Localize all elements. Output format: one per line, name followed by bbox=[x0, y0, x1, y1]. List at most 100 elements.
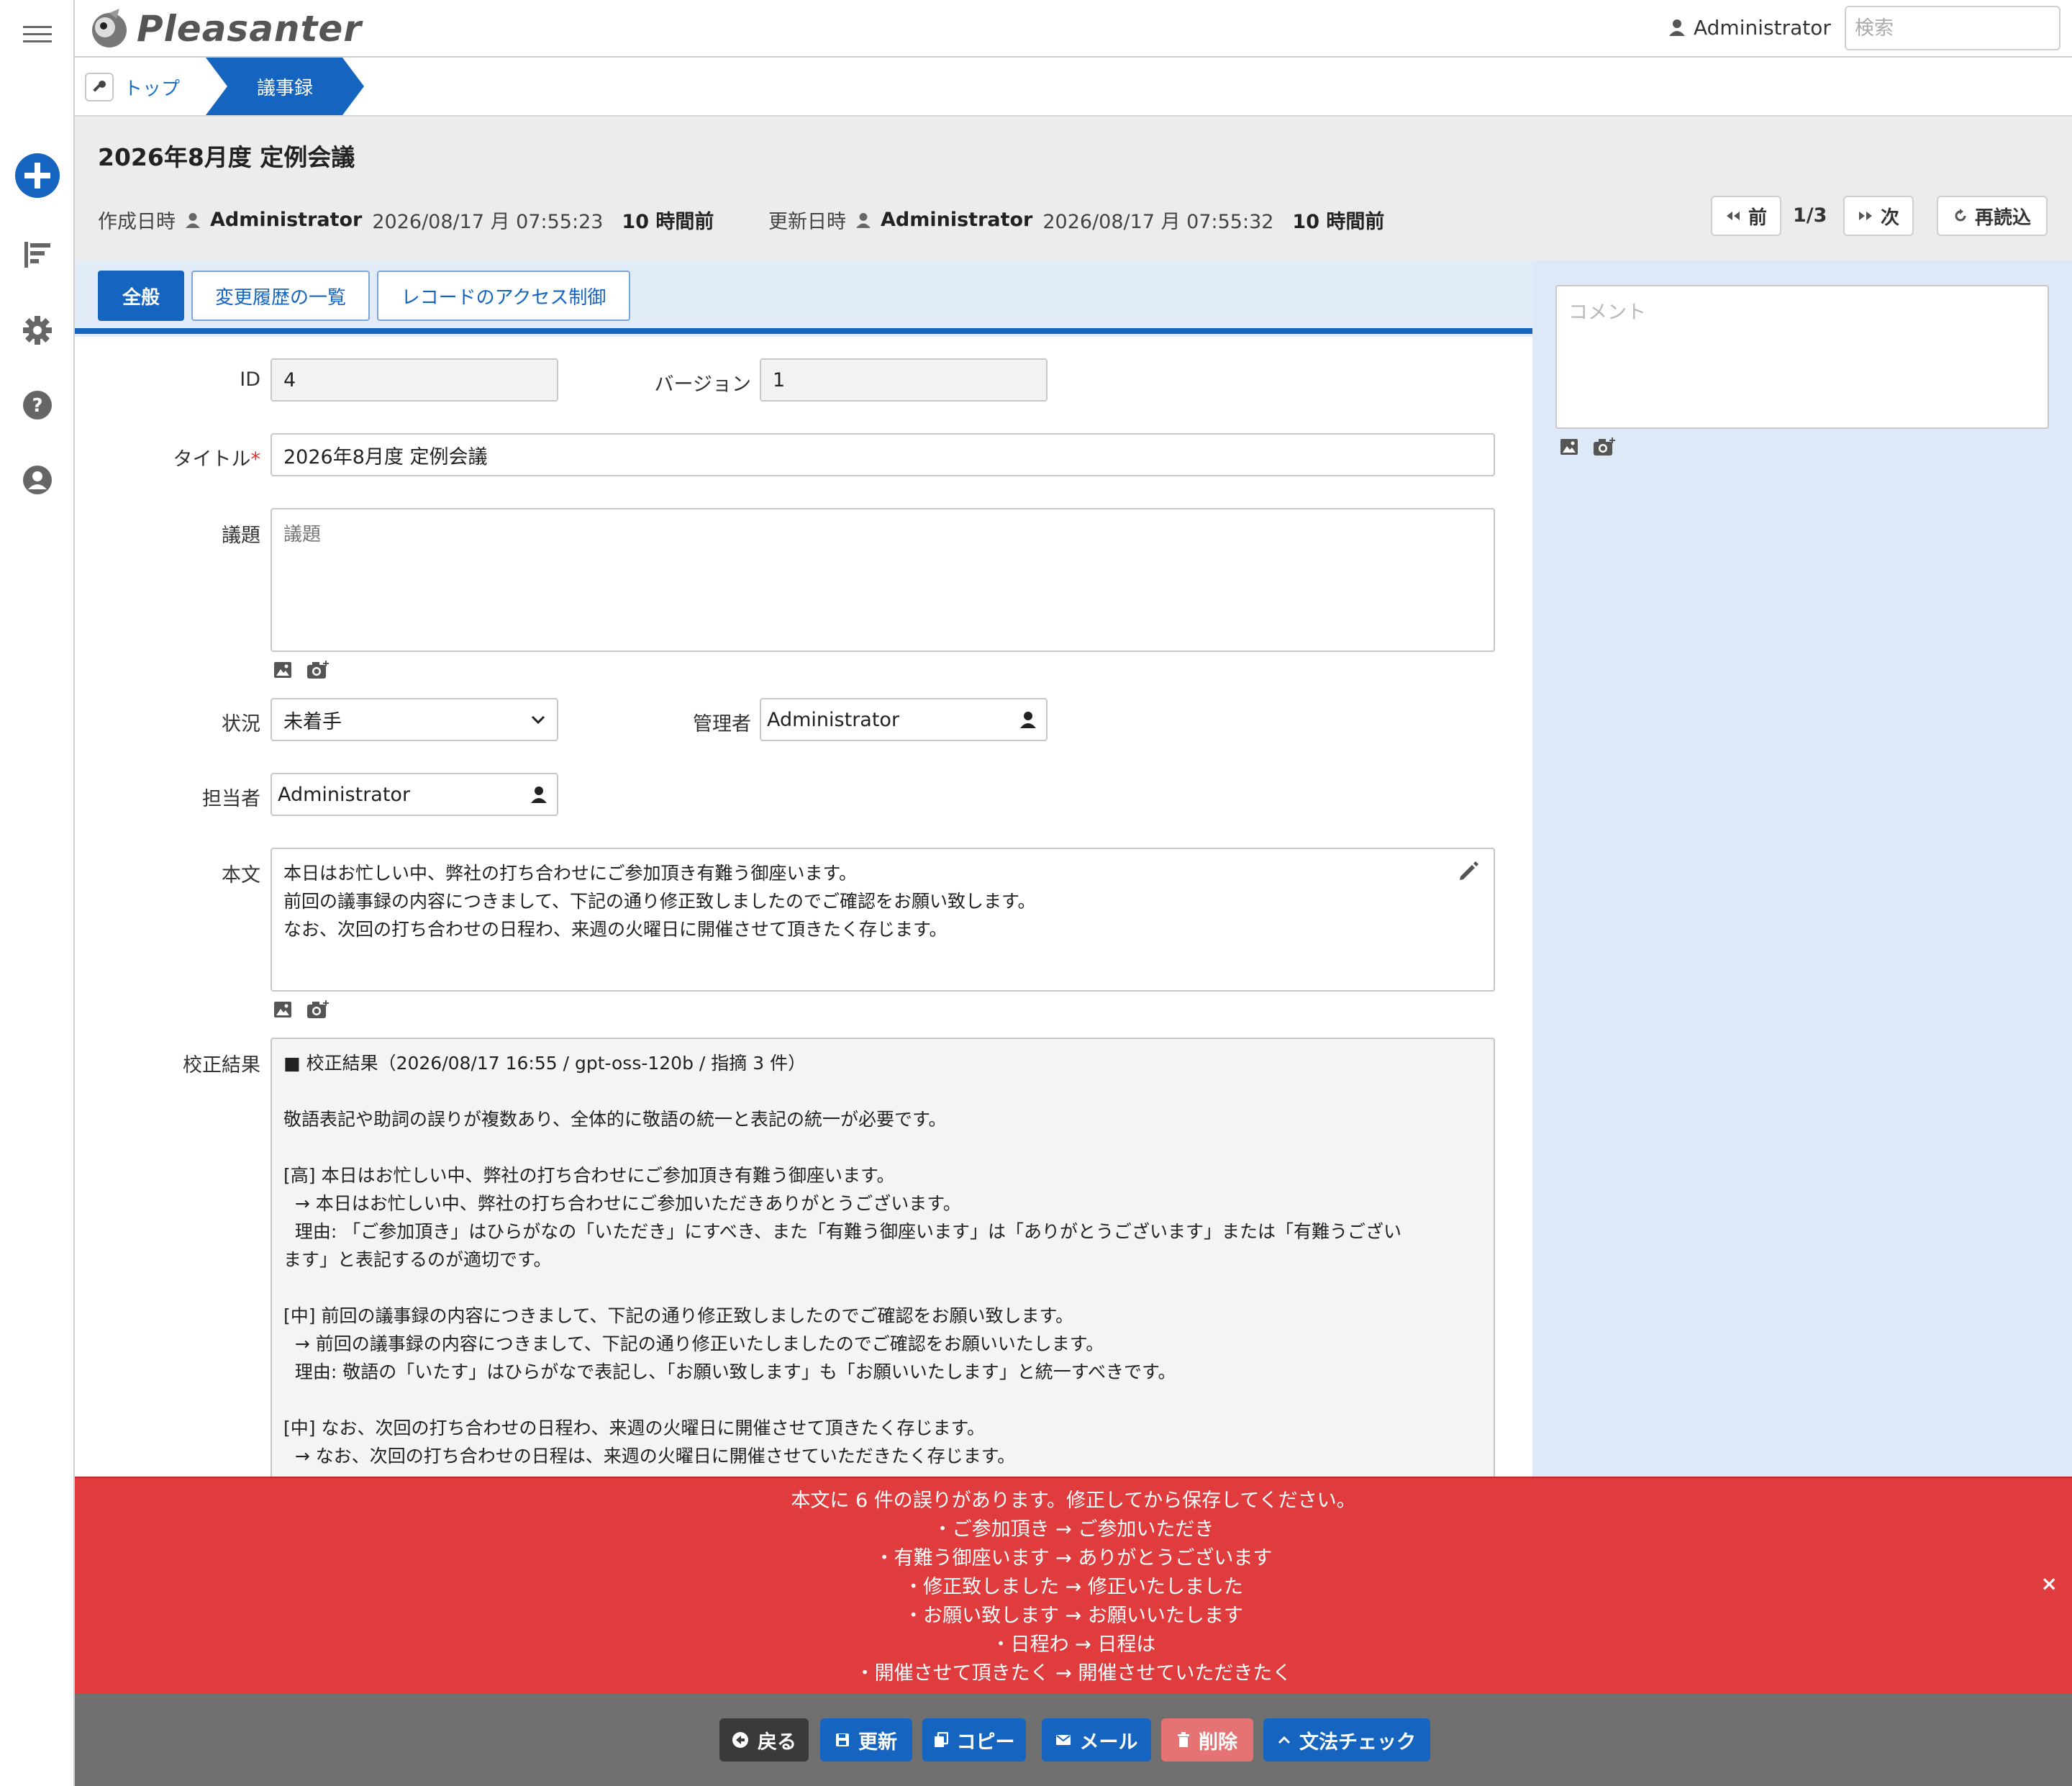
side-rail: ? bbox=[0, 0, 75, 1786]
title-input[interactable]: 2026年8月度 定例会議 bbox=[271, 433, 1495, 476]
header-user[interactable]: Administrator bbox=[1669, 13, 1831, 42]
reload-icon bbox=[1955, 209, 1966, 222]
copy-button[interactable]: コピー bbox=[922, 1718, 1026, 1762]
agenda-input[interactable] bbox=[271, 508, 1495, 652]
app-logo[interactable]: Pleasanter bbox=[88, 4, 362, 53]
svg-text:?: ? bbox=[32, 395, 42, 417]
status-label: 状況 bbox=[222, 713, 260, 735]
breadcrumb-top-label: トップ bbox=[124, 78, 181, 100]
sort-list-icon[interactable] bbox=[0, 240, 75, 269]
updated-info: 更新日時 Administrator 2026/08/17 月 07:55:32… bbox=[768, 206, 1384, 234]
mail-icon bbox=[1055, 1735, 1071, 1745]
comment-input[interactable] bbox=[1555, 285, 2049, 429]
tab-general[interactable]: 全般 bbox=[98, 271, 184, 321]
breadcrumb: トップ 議事録 bbox=[75, 58, 2072, 117]
user-icon[interactable] bbox=[531, 786, 547, 803]
body-attach-tools bbox=[273, 1000, 330, 1019]
logo-mark-icon bbox=[92, 9, 127, 47]
title-label: タイトル* bbox=[173, 448, 261, 471]
key-icon bbox=[85, 73, 114, 101]
alert-line: 本文に 6 件の誤りがあります。修正してから保存してください。 bbox=[791, 1490, 1356, 1512]
record-header: 2026年8月度 定例会議 作成日時 Administrator 2026/08… bbox=[75, 117, 2072, 260]
id-label: ID bbox=[240, 368, 260, 391]
tab-change-history[interactable]: 変更履歴の一覧 bbox=[191, 271, 370, 321]
logo-text: Pleasanter bbox=[137, 8, 363, 50]
edit-pencil-icon[interactable] bbox=[1458, 861, 1479, 882]
manager-value: Administrator bbox=[767, 708, 900, 731]
next-button[interactable]: 次 bbox=[1843, 196, 1914, 236]
tab-access-control[interactable]: レコードのアクセス制御 bbox=[377, 271, 630, 321]
version-field: 1 bbox=[760, 358, 1048, 402]
created-info: 作成日時 Administrator 2026/08/17 月 07:55:23… bbox=[98, 206, 714, 234]
status-select[interactable]: 未着手 bbox=[271, 698, 558, 741]
body-label: 本文 bbox=[222, 864, 260, 887]
help-icon[interactable]: ? bbox=[0, 390, 75, 420]
updated-label: 更新日時 bbox=[768, 211, 846, 233]
reload-button[interactable]: 再読込 bbox=[1937, 196, 2048, 236]
created-ago: 10 時間前 bbox=[622, 211, 714, 233]
alert-line: ・開催させて頂きたく → 開催させていただきたく bbox=[855, 1662, 1292, 1685]
required-mark: * bbox=[250, 448, 261, 471]
user-icon bbox=[186, 212, 200, 228]
created-at: 2026/08/17 月 07:55:23 bbox=[372, 211, 604, 233]
hamburger-menu-icon[interactable] bbox=[0, 24, 75, 45]
back-icon bbox=[732, 1732, 748, 1748]
id-field: 4 bbox=[271, 358, 558, 402]
update-button[interactable]: 更新 bbox=[820, 1718, 912, 1762]
camera-icon[interactable] bbox=[306, 661, 330, 679]
updated-at: 2026/08/17 月 07:55:32 bbox=[1042, 211, 1274, 233]
version-label: バージョン bbox=[654, 373, 751, 396]
agenda-label: 議題 bbox=[222, 525, 260, 547]
user-icon bbox=[1669, 19, 1685, 36]
copy-icon bbox=[934, 1732, 948, 1747]
header-user-name: Administrator bbox=[1694, 15, 1831, 40]
chevron-down-icon bbox=[531, 715, 545, 725]
manager-field[interactable]: Administrator bbox=[760, 698, 1048, 741]
error-alert: 本文に 6 件の誤りがあります。修正してから保存してください。 ・ご参加頂き →… bbox=[75, 1477, 2072, 1694]
breadcrumb-current-label: 議事録 bbox=[256, 77, 313, 99]
next-arrow-icon bbox=[1858, 212, 1872, 220]
grammar-check-button[interactable]: 文法チェック bbox=[1263, 1718, 1430, 1762]
camera-icon[interactable] bbox=[1593, 438, 1616, 456]
alert-line: ・有難う御座います → ありがとうございます bbox=[874, 1547, 1273, 1569]
updated-by[interactable]: Administrator bbox=[881, 209, 1032, 231]
page-title: 2026年8月度 定例会議 bbox=[98, 143, 355, 171]
trash-icon bbox=[1178, 1732, 1189, 1747]
created-by[interactable]: Administrator bbox=[210, 209, 362, 231]
back-button[interactable]: 戻る bbox=[719, 1718, 809, 1762]
comment-attach-tools bbox=[1560, 438, 1616, 456]
tab-bar: 全般 変更履歴の一覧 レコードのアクセス制御 bbox=[75, 260, 1532, 337]
image-icon[interactable] bbox=[273, 1001, 292, 1018]
owner-field[interactable]: Administrator bbox=[271, 773, 558, 816]
prev-button[interactable]: 前 bbox=[1711, 196, 1781, 236]
tab-underline bbox=[75, 328, 1532, 334]
pager-count: 1/3 bbox=[1793, 204, 1827, 227]
alert-line: ・修正致しました → 修正いたしました bbox=[904, 1576, 1243, 1598]
owner-value: Administrator bbox=[278, 783, 411, 806]
alert-line: ・ご参加頂き → ご参加いただき bbox=[932, 1518, 1214, 1541]
account-icon[interactable] bbox=[0, 465, 75, 495]
chevron-up-icon bbox=[1278, 1736, 1291, 1744]
delete-button[interactable]: 削除 bbox=[1161, 1718, 1253, 1762]
user-icon[interactable] bbox=[1020, 711, 1036, 728]
add-record-icon[interactable] bbox=[0, 153, 75, 199]
close-icon[interactable]: × bbox=[2041, 1572, 2058, 1595]
review-label: 校正結果 bbox=[183, 1054, 260, 1076]
alert-line: ・日程わ → 日程は bbox=[991, 1633, 1156, 1656]
alert-line: ・お願い致します → お願いいたします bbox=[904, 1605, 1243, 1627]
mail-button[interactable]: メール bbox=[1042, 1718, 1151, 1762]
body-textarea[interactable]: 本日はお忙しい中、弊社の打ち合わせにご参加頂き有難う御座います。 前回の議事録の… bbox=[271, 848, 1495, 992]
status-value: 未着手 bbox=[283, 710, 342, 733]
breadcrumb-top[interactable]: トップ bbox=[85, 68, 180, 106]
review-result-box: ■ 校正結果（2026/08/17 16:55 / gpt-oss-120b /… bbox=[271, 1038, 1495, 1498]
prev-arrow-icon bbox=[1726, 212, 1740, 220]
agenda-attach-tools bbox=[273, 661, 330, 679]
search-input[interactable] bbox=[1845, 6, 2060, 50]
updated-ago: 10 時間前 bbox=[1292, 211, 1385, 233]
camera-icon[interactable] bbox=[306, 1000, 330, 1019]
image-icon[interactable] bbox=[1560, 438, 1578, 455]
breadcrumb-current[interactable]: 議事録 bbox=[206, 58, 364, 115]
image-icon[interactable] bbox=[273, 661, 292, 679]
manager-label: 管理者 bbox=[693, 713, 751, 735]
gear-icon[interactable] bbox=[0, 315, 75, 345]
